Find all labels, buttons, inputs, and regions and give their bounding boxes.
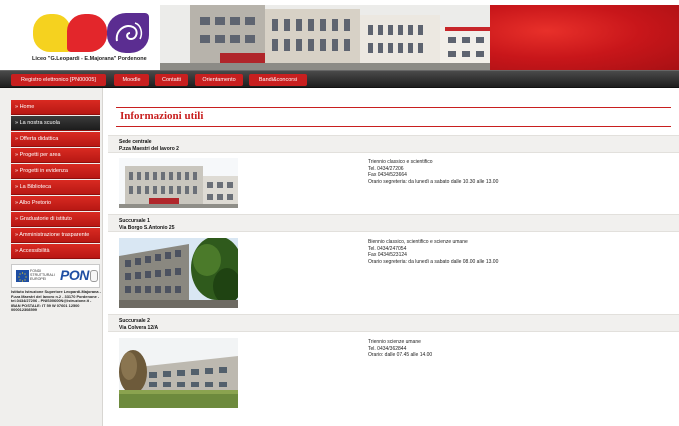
sede-info-line: Fax 0434/523664 [368,172,407,179]
succursale-1-photo [119,238,238,308]
sede-address: Via Borgo S.Antonio 25 [119,225,175,231]
building-photo-image [119,338,238,408]
eu-stars-icon [18,272,27,282]
sede-centrale-photo [119,158,238,208]
header-building-photo [160,5,490,70]
succursale-2-info: Triennio scienze umane Tel. 0434/362844 … [368,339,668,359]
logo-red-shape [67,14,107,52]
sidebar-item-accessibilita[interactable]: » Accessibilità [11,244,100,259]
sidebar-item-albo-pretorio[interactable]: » Albo Pretorio [11,196,100,211]
nav-bandi-concorsi[interactable]: Bandi&concorsi [249,74,307,86]
succursale-2-photo [119,338,238,408]
sidebar-item-offerta-didattica[interactable]: » Offerta didattica [11,132,100,147]
nav-registro-elettronico[interactable]: Registro elettronico [PN00005] [11,74,106,86]
nav-moodle[interactable]: Moodle [114,74,149,86]
nav-contatti[interactable]: Contatti [155,74,188,86]
sede-name: Succursale 2 [119,318,150,324]
sidebar-item-progetti-in-evidenza[interactable]: » Progetti in evidenza [11,164,100,179]
sede-name: Sede centrale [119,139,152,145]
main-content: Informazioni utili Sede centrale P.zza M… [108,88,679,426]
sede-header-succursale-1: Succursale 1 Via Borgo S.Antonio 25 [108,214,679,232]
sede-info-line: Orario segreteria: da lunedì a sabato da… [368,259,499,266]
title-divider-top [116,107,671,108]
succursale-1-info: Biennio classico, scientifico e scienze … [368,239,668,266]
sidebar: » Home » La nostra scuola » Offerta dida… [0,88,103,426]
sede-info-line: Tel. 0434/362844 [368,345,407,352]
pon-banner[interactable]: FONDI STRUTTURALI EUROPEI PON [11,264,100,288]
page-title: Informazioni utili [120,110,204,122]
sede-info-line: Fax 0434/523124 [368,252,407,259]
sede-header-centrale: Sede centrale P.zza Maestri del lavoro 2 [108,135,679,153]
school-name: Liceo "G.Leopardi - E.Majorana" Pordenon… [32,56,147,62]
sede-name: Succursale 1 [119,218,150,224]
title-divider-bottom [116,126,671,127]
school-logo[interactable]: Liceo "G.Leopardi - E.Majorana" Pordenon… [30,10,160,66]
sidebar-item-la-nostra-scuola[interactable]: » La nostra scuola [11,116,100,131]
sidebar-item-biblioteca[interactable]: » La Biblioteca [11,180,100,195]
pon-logo-text: PON [60,267,89,283]
sede-address: P.zza Maestri del lavoro 2 [119,146,179,152]
header-red-panel [490,5,679,70]
page: Liceo "G.Leopardi - E.Majorana" Pordenon… [0,0,679,426]
italian-emblem-icon [90,270,98,282]
building-facade-image [160,5,490,70]
sede-address: Via Colvera 12/A [119,325,159,331]
sede-info-line: Tel. 0434/247054 [368,245,407,252]
sidebar-item-home[interactable]: » Home [11,100,100,115]
logo-purple-shape [107,13,149,53]
sidebar-item-amministrazione-trasparente[interactable]: » Amministrazione trasparente [11,228,100,243]
building-photo-image [119,238,238,308]
sede-info-line: Orario segreteria: da lunedì a sabato da… [368,179,499,186]
nav-orientamento[interactable]: Orientamento [195,74,243,86]
eu-flag-icon [16,270,29,282]
sidebar-item-graduatorie[interactable]: » Graduatorie di istituto [11,212,100,227]
sede-info-line: Orario: dalle 07.45 alle 14.00 [368,352,433,359]
sede-info-line: Tel. 0434/27206 [368,165,404,172]
sede-info-line: Triennio classico e scientifico [368,159,433,165]
logo-yellow-shape [33,14,71,52]
sede-header-succursale-2: Succursale 2 Via Colvera 12/A [108,314,679,332]
sidebar-item-progetti-per-area[interactable]: » Progetti per area [11,148,100,163]
top-navigation: Registro elettronico [PN00005] Moodle Co… [0,70,679,88]
site-header: Liceo "G.Leopardi - E.Majorana" Pordenon… [0,0,679,70]
sede-info-line: Triennio scienze umane [368,339,421,345]
logo-swirl-icon [115,22,143,42]
sede-centrale-info: Triennio classico e scientifico Tel. 043… [368,159,668,186]
school-info-text: Istituto Istruzione Superiore Leopardi-M… [11,289,101,313]
fse-text: FONDI STRUTTURALI EUROPEI [30,269,55,281]
sede-info-line: Biennio classico, scientifico e scienze … [368,239,468,245]
building-photo-image [119,158,238,208]
